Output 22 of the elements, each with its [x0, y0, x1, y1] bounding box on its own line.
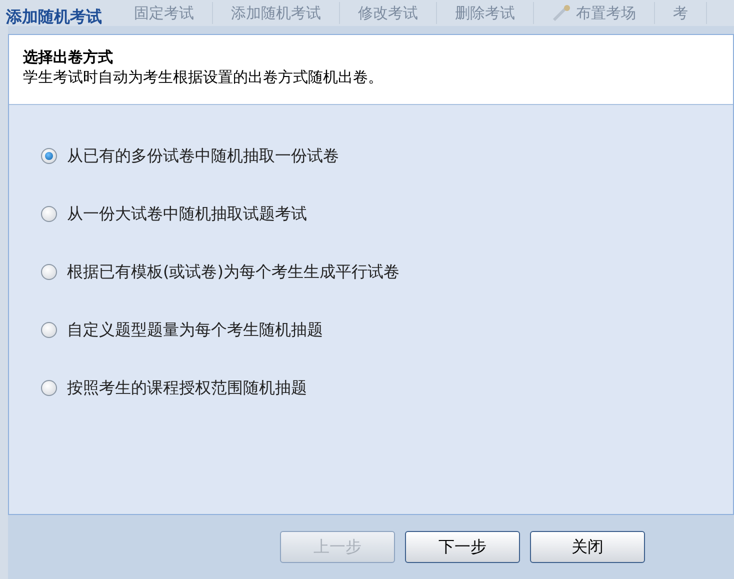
option-label: 自定义题型题量为每个考生随机抽题 — [67, 319, 323, 341]
section-description: 学生考试时自动为考生根据设置的出卷方式随机出卷。 — [23, 67, 384, 87]
radio-button[interactable] — [41, 264, 57, 280]
option-label: 根据已有模板(或试卷)为每个考生生成平行试卷 — [67, 261, 400, 283]
option-label: 按照考生的课程授权范围随机抽题 — [67, 377, 307, 399]
radio-button[interactable] — [41, 148, 57, 164]
toolbar-item[interactable]: 删除考试 — [455, 2, 515, 24]
toolbar-item[interactable]: 布置考场 — [576, 2, 636, 24]
radio-button[interactable] — [41, 380, 57, 396]
toolbar-item[interactable]: 修改考试 — [358, 2, 418, 24]
dialog-title: 添加随机考试 — [6, 6, 102, 28]
radio-button[interactable] — [41, 206, 57, 222]
toolbar-item[interactable]: 添加随机考试 — [231, 2, 321, 24]
option-label: 从已有的多份试卷中随机抽取一份试卷 — [67, 145, 339, 167]
tools-icon — [552, 4, 572, 22]
toolbar-item[interactable]: 固定考试 — [134, 2, 194, 24]
option-label: 从一份大试卷中随机抽取试题考试 — [67, 203, 307, 225]
toolbar-item[interactable]: 考 — [673, 2, 688, 24]
radio-button[interactable] — [41, 322, 57, 338]
dialog-button[interactable]: 下一步 — [405, 531, 520, 563]
dialog-button[interactable]: 关闭 — [530, 531, 645, 563]
section-heading: 选择出卷方式 — [23, 47, 114, 67]
